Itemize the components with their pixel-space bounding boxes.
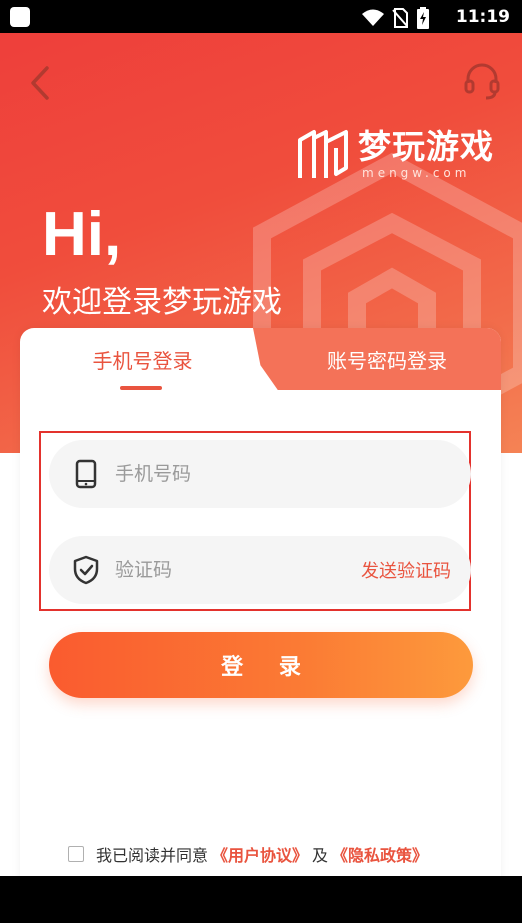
tab-phone-login[interactable]: 手机号登录: [20, 328, 265, 390]
status-bar: 11:19: [0, 0, 522, 33]
headset-icon: [464, 63, 500, 100]
welcome-text: 欢迎登录梦玩游戏: [42, 285, 282, 320]
battery-charging-icon: [417, 7, 429, 29]
send-code-button[interactable]: 发送验证码: [361, 557, 451, 583]
back-button[interactable]: [20, 63, 60, 103]
user-agreement-link[interactable]: 《用户协议》: [212, 842, 308, 866]
customer-service-button[interactable]: [462, 61, 502, 101]
privacy-policy-link[interactable]: 《隐私政策》: [332, 842, 428, 866]
phone-input[interactable]: [115, 463, 471, 485]
agreement-row: 我已阅读并同意 《用户协议》 及 《隐私政策》: [68, 842, 432, 866]
login-screen: 梦玩游戏 mengw.com Hi, 欢迎登录梦玩游戏 手机号登录 账号密码登录: [0, 33, 522, 876]
no-sim-icon: [392, 8, 408, 28]
wifi-icon: [362, 9, 384, 26]
phone-field: [49, 440, 471, 508]
status-icons: [362, 7, 430, 29]
shield-check-icon: [71, 555, 101, 585]
agreement-conjunction: 及: [312, 846, 329, 865]
agreement-text: 我已阅读并同意: [96, 846, 209, 865]
brand-name: 梦玩游戏: [358, 127, 494, 166]
active-tab-indicator: [120, 386, 162, 390]
clock: 11:19: [455, 7, 510, 27]
login-button[interactable]: 登 录: [49, 632, 473, 698]
verification-code-field: 发送验证码: [49, 536, 471, 604]
app-notification-icon: [10, 7, 30, 27]
tab-phone-login-label: 手机号登录: [92, 348, 193, 373]
greeting: Hi,: [42, 200, 122, 269]
verification-code-input[interactable]: [115, 559, 361, 581]
login-card: 手机号登录 账号密码登录 手机号码 验证码 发送验证码 登 录 我已阅读并同意 …: [20, 328, 501, 876]
phone-icon: [71, 459, 101, 489]
brand-logo: 梦玩游戏 mengw.com: [296, 128, 494, 180]
tab-password-login[interactable]: 账号密码登录: [253, 328, 501, 390]
brand-domain: mengw.com: [362, 166, 471, 180]
tab-password-login-label: 账号密码登录: [327, 348, 447, 373]
chevron-left-icon: [31, 66, 49, 100]
logo-mark-icon: [298, 130, 348, 178]
system-navigation-bar: [0, 876, 522, 923]
agreement-checkbox[interactable]: [68, 846, 84, 862]
